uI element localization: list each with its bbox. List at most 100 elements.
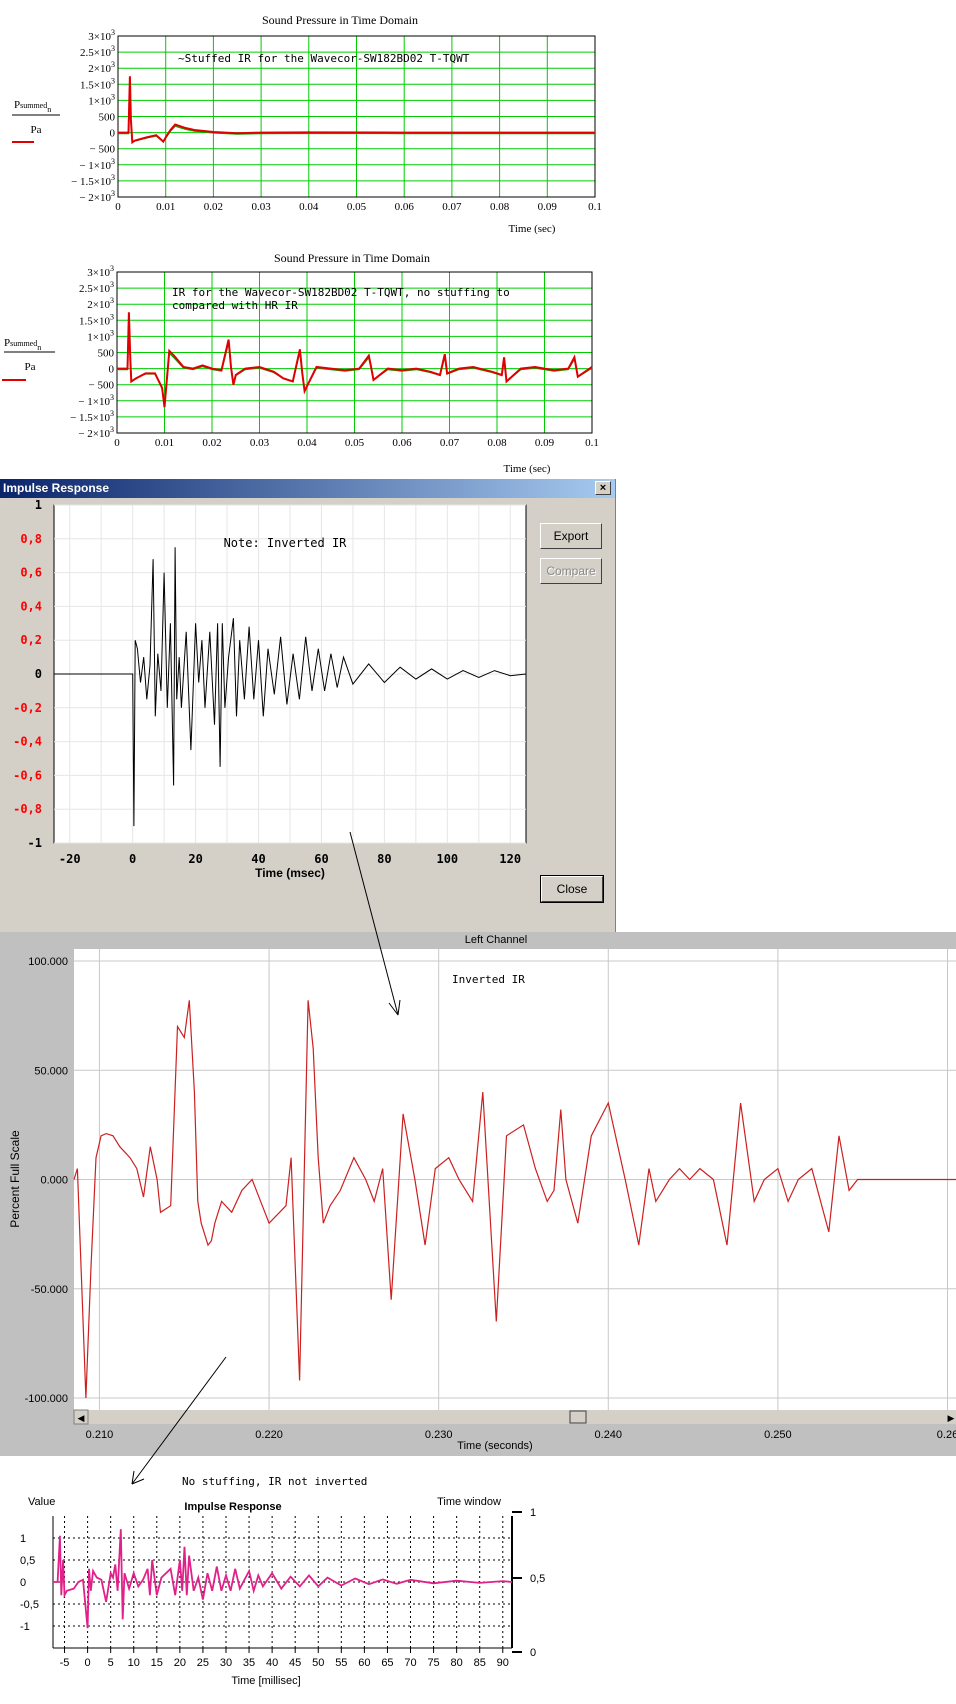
c2-x-tick-label: 0.1 bbox=[585, 437, 599, 449]
dialog-x-tick-label: 80 bbox=[377, 852, 391, 866]
chart-2-ylabel-unit: Pa bbox=[25, 361, 36, 373]
left-channel-scrollbar[interactable] bbox=[74, 1410, 956, 1424]
c2-y-tick-label: 1.5×103 bbox=[79, 312, 114, 327]
left-channel-ylabel: Percent Full Scale bbox=[8, 1130, 22, 1228]
export-button[interactable]: Export bbox=[540, 523, 602, 549]
left-channel-x-tick-label: 0.220 bbox=[255, 1429, 283, 1441]
dialog-y-tick-label: 0,6 bbox=[20, 566, 42, 580]
left-channel-x-tick-label: 0.210 bbox=[86, 1429, 114, 1441]
left-channel-y-tick-label: 0.000 bbox=[40, 1175, 68, 1187]
dialog-x-tick-label: 40 bbox=[251, 852, 265, 866]
chart-5-x-tick-label: 85 bbox=[474, 1657, 486, 1669]
c1-x-tick-label: 0.03 bbox=[251, 201, 271, 213]
dialog-x-tick-label: 0 bbox=[129, 852, 136, 866]
c2-x-tick-label: 0.09 bbox=[535, 437, 555, 449]
impulse-response-dialog: Impulse Response × Note: Inverted IR 1 0,… bbox=[0, 479, 616, 934]
dialog-y-tick-label: 0,2 bbox=[20, 633, 42, 647]
left-channel-x-tick-label: 0.26 bbox=[937, 1429, 956, 1441]
dialog-x-tick-label: 100 bbox=[436, 852, 458, 866]
chart-1-y-ticks: 3×1032.5×1032×1031.5×1031×1035000− 500− … bbox=[71, 28, 115, 204]
dialog-chart-xlabel: Time (msec) bbox=[255, 866, 325, 880]
compare-button[interactable]: Compare bbox=[540, 558, 602, 584]
c1-y-tick-label: − 500 bbox=[90, 144, 116, 156]
dialog-y-tick-label: -0,6 bbox=[13, 768, 42, 782]
chart-5-title: Impulse Response bbox=[184, 1501, 281, 1513]
dialog-title-bar[interactable]: Impulse Response bbox=[0, 479, 615, 498]
c2-y-tick-label: − 1×103 bbox=[78, 393, 114, 408]
c2-x-tick-label: 0.06 bbox=[392, 437, 412, 449]
chart-2-xlabel: Time (sec) bbox=[504, 463, 551, 475]
chart-1-title: Sound Pressure in Time Domain bbox=[262, 13, 418, 27]
chart-5-x-tick-label: 55 bbox=[335, 1657, 347, 1669]
c1-x-tick-label: 0.02 bbox=[204, 201, 223, 213]
left-channel-x-tick-label: 0.240 bbox=[595, 1429, 623, 1441]
dialog-title: Impulse Response bbox=[3, 481, 110, 495]
dialog-x-tick-label: 60 bbox=[314, 852, 328, 866]
c2-y-tick-label: − 2×103 bbox=[78, 425, 114, 440]
chart-5-x-tick-label: 20 bbox=[174, 1657, 186, 1669]
chart-5-x-tick-label: 90 bbox=[497, 1657, 509, 1669]
c1-x-tick-label: 0.09 bbox=[538, 201, 558, 213]
dialog-close-icon[interactable]: × bbox=[595, 481, 611, 495]
chart-2: Sound Pressure in Time Domain IR for the… bbox=[2, 251, 599, 475]
dialog-y-tick-label: 0,8 bbox=[20, 532, 42, 546]
chart-5-y-tick-label: -0,5 bbox=[20, 1599, 39, 1611]
chart-2-annotation-line-2: compared with HR IR bbox=[172, 299, 298, 312]
c2-y-tick-label: − 1.5×103 bbox=[70, 409, 114, 424]
chart-5-x-tick-label: 15 bbox=[151, 1657, 163, 1669]
chart-5-x-tick-label: 65 bbox=[381, 1657, 393, 1669]
left-channel-y-tick-label: -100.000 bbox=[25, 1393, 68, 1405]
left-channel-x-tick-label: 0.250 bbox=[764, 1429, 792, 1441]
chart-5-value-label: Value bbox=[28, 1496, 55, 1508]
close-button[interactable]: Close bbox=[540, 875, 604, 903]
c1-x-tick-label: 0.05 bbox=[347, 201, 367, 213]
dialog-y-tick-label: 1 bbox=[35, 499, 42, 512]
dialog-chart-y-ticks: 1 0,8 0,6 0,4 0,2 0 -0,2 -0,4 -0,6 -0,8 -1 bbox=[13, 499, 42, 850]
chart-5-y-tick-label: 1 bbox=[20, 1533, 26, 1545]
chart-2-x-ticks: 0 0.01 0.02 0.03 0.04 0.05 0.06 0.07 0.08 0.09 0.1 bbox=[114, 437, 599, 449]
chart-5-x-tick-label: 70 bbox=[404, 1657, 416, 1669]
chart-5-x-tick-label: 10 bbox=[128, 1657, 140, 1669]
dialog-y-tick-label: 0,4 bbox=[20, 599, 42, 613]
chart-5-x-tick-label: 45 bbox=[289, 1657, 301, 1669]
chart-5-x-tick-label: 75 bbox=[427, 1657, 439, 1669]
chart-5-trace bbox=[53, 1529, 513, 1629]
c1-y-tick-label: 3×103 bbox=[88, 28, 115, 43]
chart-5-y2-tick-label: 1 bbox=[530, 1507, 536, 1519]
c2-y-tick-label: 1×103 bbox=[87, 328, 114, 343]
chart-1-ylabel-unit: Pa bbox=[31, 124, 42, 136]
c2-y-tick-label: 2.5×103 bbox=[79, 280, 114, 295]
chart-5-y2-tick-label: 0 bbox=[530, 1647, 536, 1659]
dialog-chart: Note: Inverted IR 1 0,8 0,6 0,4 0,2 0 -0,2 -0,4… bbox=[13, 499, 527, 880]
c2-x-tick-label: 0.01 bbox=[155, 437, 174, 449]
c1-y-tick-label: 2.5×103 bbox=[80, 44, 115, 59]
c1-x-tick-label: 0.1 bbox=[588, 201, 602, 213]
c1-y-tick-label: 1×103 bbox=[88, 92, 115, 107]
c1-y-tick-label: − 2×103 bbox=[79, 189, 115, 204]
c2-x-tick-label: 0.05 bbox=[345, 437, 365, 449]
c2-x-tick-label: 0.02 bbox=[202, 437, 221, 449]
chart-5-xlabel: Time [millisec] bbox=[231, 1675, 300, 1687]
chart-2-y-ticks: 3×1032.5×1032×1031.5×1031×1035000− 500− … bbox=[70, 264, 114, 440]
c1-y-tick-label: 0 bbox=[110, 128, 116, 140]
dialog-chart-x-ticks: -20 0 20 40 60 80 100 120 bbox=[59, 852, 521, 866]
chart-5-y-tick-label: -1 bbox=[20, 1621, 30, 1633]
chart-1-xlabel: Time (sec) bbox=[509, 223, 556, 235]
scroll-right-icon[interactable]: ▶ bbox=[948, 1413, 955, 1423]
left-channel-xlabel: Time (seconds) bbox=[457, 1440, 532, 1452]
chart-5-x-tick-label: 5 bbox=[108, 1657, 114, 1669]
left-channel-scroll-thumb[interactable] bbox=[569, 1410, 587, 1424]
chart-5-y-tick-label: 0,5 bbox=[20, 1555, 35, 1567]
chart-5-x-tick-label: 50 bbox=[312, 1657, 324, 1669]
left-channel-x-tick-label: 0.230 bbox=[425, 1429, 453, 1441]
chart-5-x-tick-label: 80 bbox=[451, 1657, 463, 1669]
chart-5-x-tick-label: 35 bbox=[243, 1657, 255, 1669]
c2-y-tick-label: 2×103 bbox=[87, 296, 114, 311]
c1-x-tick-label: 0.01 bbox=[156, 201, 175, 213]
chart-5-x-tick-label: 60 bbox=[358, 1657, 370, 1669]
chart-1: Sound Pressure in Time Domain ~Stuffed I… bbox=[12, 13, 602, 235]
c2-x-tick-label: 0.08 bbox=[487, 437, 507, 449]
dialog-x-tick-label: 20 bbox=[188, 852, 202, 866]
left-channel-annotation: Inverted IR bbox=[452, 973, 525, 986]
left-channel-y-ticks: 100.000 50.000 0.000 -50.000 -100.000 bbox=[25, 956, 68, 1405]
